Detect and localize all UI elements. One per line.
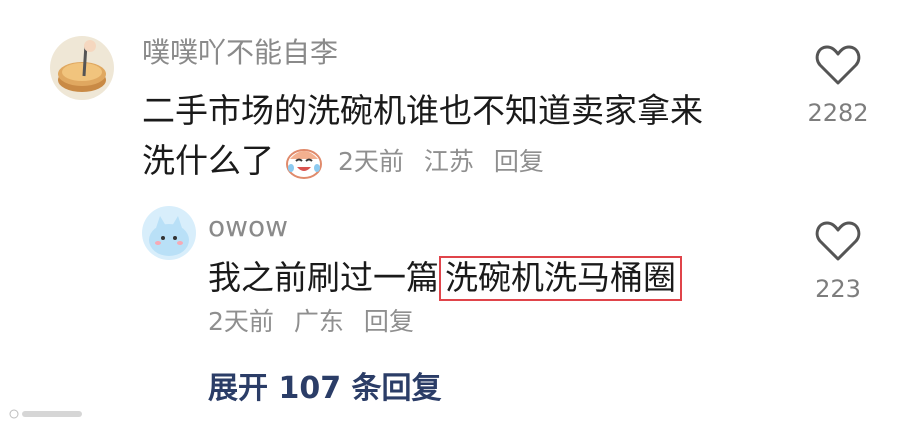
comment-meta: 2天前 江苏 回复 bbox=[338, 146, 556, 178]
avatar[interactable] bbox=[142, 206, 196, 260]
comment-text-fragment: 我之前刷过一篇 bbox=[208, 258, 439, 297]
comment-time: 2天前 bbox=[208, 307, 274, 336]
comment-text-fragment: 洗什么了 bbox=[142, 141, 274, 180]
heart-icon[interactable] bbox=[815, 220, 861, 262]
comment-location: 江苏 bbox=[423, 147, 474, 176]
comment-text-line: 我之前刷过一篇 洗碗机洗马桶圈 bbox=[208, 253, 682, 303]
like-column: 2282 bbox=[798, 44, 878, 128]
avatar[interactable] bbox=[50, 36, 114, 100]
highlighted-text-box: 洗碗机洗马桶圈 bbox=[439, 256, 682, 301]
reply-button[interactable]: 回复 bbox=[364, 307, 414, 336]
watermark-logo bbox=[8, 406, 88, 420]
expand-replies-link[interactable]: 展开 107 条回复 bbox=[208, 370, 442, 408]
like-count: 2282 bbox=[807, 99, 869, 127]
reply-button[interactable]: 回复 bbox=[494, 147, 544, 176]
comment-location: 广东 bbox=[293, 307, 344, 336]
crying-laughing-emoji-icon bbox=[284, 141, 324, 181]
comment-meta: 2天前 广东 回复 bbox=[208, 306, 426, 338]
comment-time: 2天前 bbox=[338, 147, 404, 176]
comment-username[interactable]: owow bbox=[208, 210, 288, 244]
like-column: 223 bbox=[798, 220, 878, 304]
like-count: 223 bbox=[815, 275, 861, 303]
comment-username[interactable]: 噗噗吖不能自李 bbox=[142, 36, 338, 70]
comment-text-line: 二手市场的洗碗机谁也不知道卖家拿来 bbox=[142, 91, 703, 130]
comment-text-line: 洗什么了 bbox=[142, 136, 274, 186]
heart-icon[interactable] bbox=[815, 44, 861, 86]
